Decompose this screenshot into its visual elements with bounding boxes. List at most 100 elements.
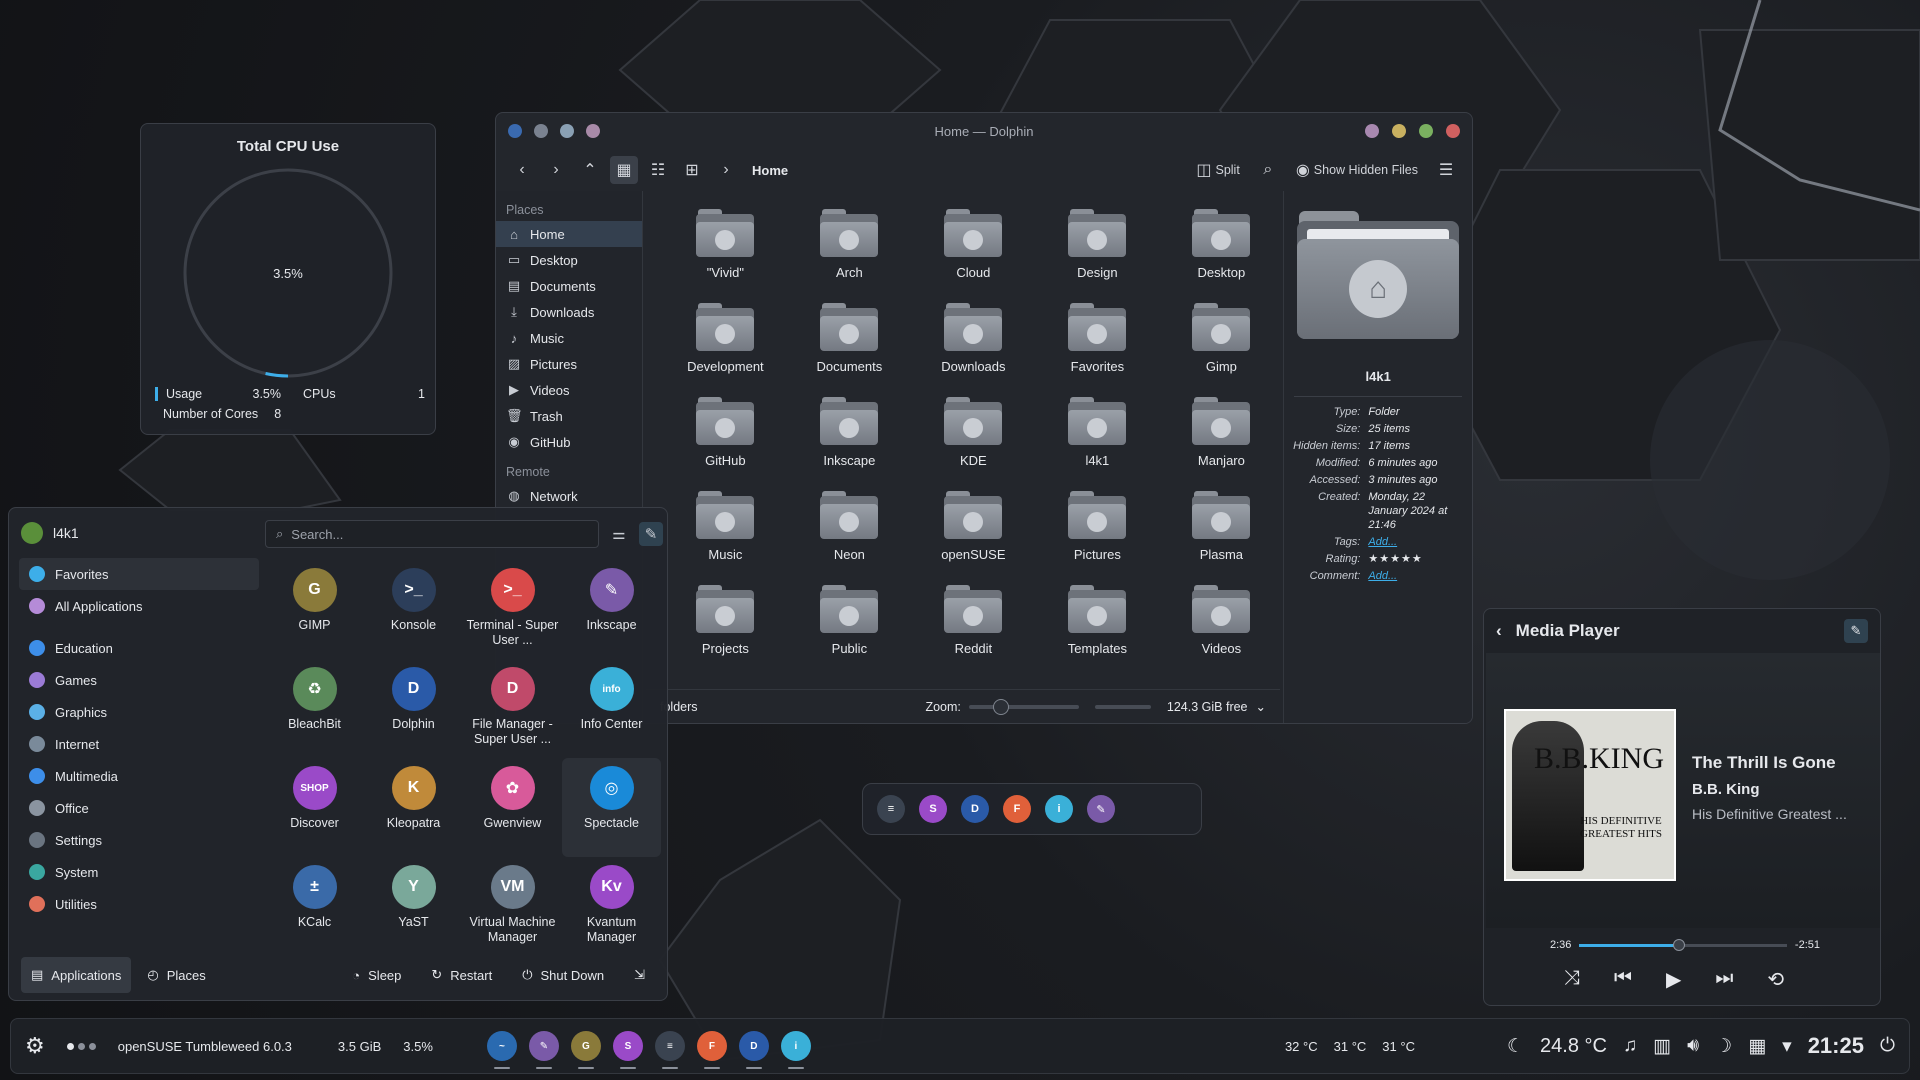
category-games[interactable]: Games — [19, 664, 259, 696]
folder-item[interactable]: Gimp — [1159, 299, 1283, 393]
star-icon[interactable]: ★ — [1379, 553, 1390, 565]
close-button[interactable] — [1446, 124, 1460, 138]
app-gwenview[interactable]: ✿ Gwenview — [463, 758, 562, 857]
tray-expand-icon[interactable]: ▾ — [1782, 1035, 1792, 1058]
shuffle-icon[interactable]: ⤨ — [1564, 967, 1580, 992]
sidebar-item-desktop[interactable]: ▭ Desktop — [496, 247, 642, 273]
app-terminal-super-user[interactable]: >_ Terminal - Super User ... — [463, 560, 562, 659]
category-all-applications[interactable]: All Applications — [19, 590, 259, 622]
category-settings[interactable]: Settings — [19, 824, 259, 856]
star-icon[interactable]: ★ — [1390, 553, 1401, 565]
category-system[interactable]: System — [19, 856, 259, 888]
sidebar-item-videos[interactable]: ▶ Videos — [496, 377, 642, 403]
app-inkscape[interactable]: ✎ Inkscape — [562, 560, 661, 659]
category-internet[interactable]: Internet — [19, 728, 259, 760]
split-button[interactable]: ◫ Split — [1196, 156, 1239, 184]
sidebar-item-trash[interactable]: 🗑︎ Trash — [496, 403, 642, 429]
sidebar-item-home[interactable]: ⌂ Home — [496, 221, 643, 247]
folder-item[interactable]: Inkscape — [787, 393, 911, 487]
category-favorites[interactable]: Favorites — [19, 558, 259, 590]
folder-item[interactable]: l4k1 — [1035, 393, 1159, 487]
category-multimedia[interactable]: Multimedia — [19, 760, 259, 792]
app-discover[interactable]: SHOP Discover — [265, 758, 364, 857]
clipboard-icon[interactable]: ▥ — [1653, 1035, 1671, 1058]
category-office[interactable]: Office — [19, 792, 259, 824]
folder-item[interactable]: Projects — [663, 581, 787, 675]
folder-item[interactable]: Videos — [1159, 581, 1283, 675]
system-monitor-icon[interactable]: ~ — [486, 1031, 517, 1069]
firefox-icon[interactable]: F — [1003, 795, 1031, 823]
rating-stars[interactable]: ★★★★★ — [1368, 552, 1422, 566]
app-file-manager-super-user[interactable]: D File Manager - Super User ... — [463, 659, 562, 758]
search-input[interactable] — [291, 526, 572, 542]
next-track-icon[interactable]: ⏭ — [1715, 967, 1733, 992]
inkscape-icon[interactable]: ✎ — [1087, 795, 1115, 823]
sidebar-item-music[interactable]: ♪ Music — [496, 325, 642, 351]
weather-temperature[interactable]: 24.8 °C — [1540, 1035, 1607, 1058]
sidebar-item-downloads[interactable]: ⤓ Downloads — [496, 299, 642, 325]
discover-icon[interactable]: S — [612, 1031, 643, 1069]
show-hidden-files-button[interactable]: ◉ Show Hidden Files — [1296, 156, 1418, 184]
pin-icon[interactable]: ✎ — [1844, 619, 1868, 643]
folder-item[interactable]: Neon — [787, 487, 911, 581]
app-kcalc[interactable]: ± KCalc — [265, 857, 364, 956]
app-info-center[interactable]: info Info Center — [562, 659, 661, 758]
power-icon[interactable]: ⏻ — [1880, 1035, 1895, 1057]
chevron-down-icon[interactable]: ⌄ — [1256, 699, 1266, 714]
settings-icon[interactable]: ≡ — [877, 795, 905, 823]
previous-track-icon[interactable]: ⏮ — [1614, 967, 1632, 992]
app-kvantum-manager[interactable]: Kv Kvantum Manager — [562, 857, 661, 956]
sidebar-item-network[interactable]: ◍ Network — [496, 483, 642, 509]
folder-item[interactable]: Downloads — [911, 299, 1035, 393]
network-icon[interactable]: ▦ — [1748, 1035, 1766, 1058]
info-center-icon[interactable]: i — [1045, 795, 1073, 823]
folder-item[interactable]: Favorites — [1035, 299, 1159, 393]
back-icon[interactable]: ‹ — [508, 156, 536, 184]
avatar[interactable] — [21, 522, 43, 544]
app-kleopatra[interactable]: K Kleopatra — [364, 758, 463, 857]
folder-item[interactable]: "Vivid" — [663, 205, 787, 299]
settings-icon[interactable]: ≡ — [654, 1031, 685, 1069]
details-view-icon[interactable]: ☷ — [644, 156, 672, 184]
restart-button[interactable]: ↻ Restart — [421, 957, 502, 993]
folder-item[interactable]: Plasma — [1159, 487, 1283, 581]
dolphin-icon[interactable]: D — [961, 795, 989, 823]
minimize-button[interactable] — [1392, 124, 1406, 138]
folder-item[interactable]: KDE — [911, 393, 1035, 487]
folder-item[interactable]: Cloud — [911, 205, 1035, 299]
clock[interactable]: 21:25 — [1808, 1033, 1864, 1059]
folder-item[interactable]: Design — [1035, 205, 1159, 299]
breadcrumb[interactable]: Home — [752, 163, 788, 178]
folder-item[interactable]: openSUSE — [911, 487, 1035, 581]
discover-icon[interactable]: S — [919, 795, 947, 823]
icons-view-icon[interactable]: ▦ — [610, 156, 638, 184]
inkscape-icon[interactable]: ✎ — [528, 1031, 559, 1069]
forward-icon[interactable]: › — [542, 156, 570, 184]
repeat-icon[interactable]: ⟲ — [1767, 967, 1784, 992]
folder-item[interactable]: Reddit — [911, 581, 1035, 675]
app-gimp[interactable]: G GIMP — [265, 560, 364, 659]
up-icon[interactable]: ⌃ — [576, 156, 604, 184]
category-utilities[interactable]: Utilities — [19, 888, 259, 920]
folder-item[interactable]: GitHub — [663, 393, 787, 487]
play-icon[interactable]: ▶ — [1666, 967, 1681, 992]
pin-icon[interactable]: ✎ — [639, 522, 663, 546]
folder-item[interactable]: Desktop — [1159, 205, 1283, 299]
app-launcher-button[interactable]: ⚙ — [25, 1033, 45, 1059]
night-light-icon[interactable]: ☽ — [1715, 1035, 1732, 1058]
window-titlebar[interactable]: Home — Dolphin — [496, 113, 1472, 149]
app-bleachbit[interactable]: ♻ BleachBit — [265, 659, 364, 758]
star-icon[interactable]: ★ — [1401, 553, 1412, 565]
sidebar-item-pictures[interactable]: ▨ Pictures — [496, 351, 642, 377]
leave-icon[interactable]: ⇲ — [624, 957, 655, 993]
app-spectacle[interactable]: ◎ Spectacle — [562, 758, 661, 857]
app-dolphin[interactable]: D Dolphin — [364, 659, 463, 758]
music-icon[interactable]: ♫ — [1623, 1035, 1637, 1057]
folder-item[interactable]: Public — [787, 581, 911, 675]
tags-add-link[interactable]: Add... — [1368, 535, 1397, 549]
back-arrow-icon[interactable]: ‹ — [1496, 621, 1502, 641]
search-icon[interactable]: ⌕ — [1254, 156, 1282, 184]
filter-icon[interactable]: ⚌ — [607, 522, 631, 546]
seek-slider[interactable] — [1579, 938, 1787, 951]
search-box[interactable]: ⌕ — [265, 520, 599, 548]
